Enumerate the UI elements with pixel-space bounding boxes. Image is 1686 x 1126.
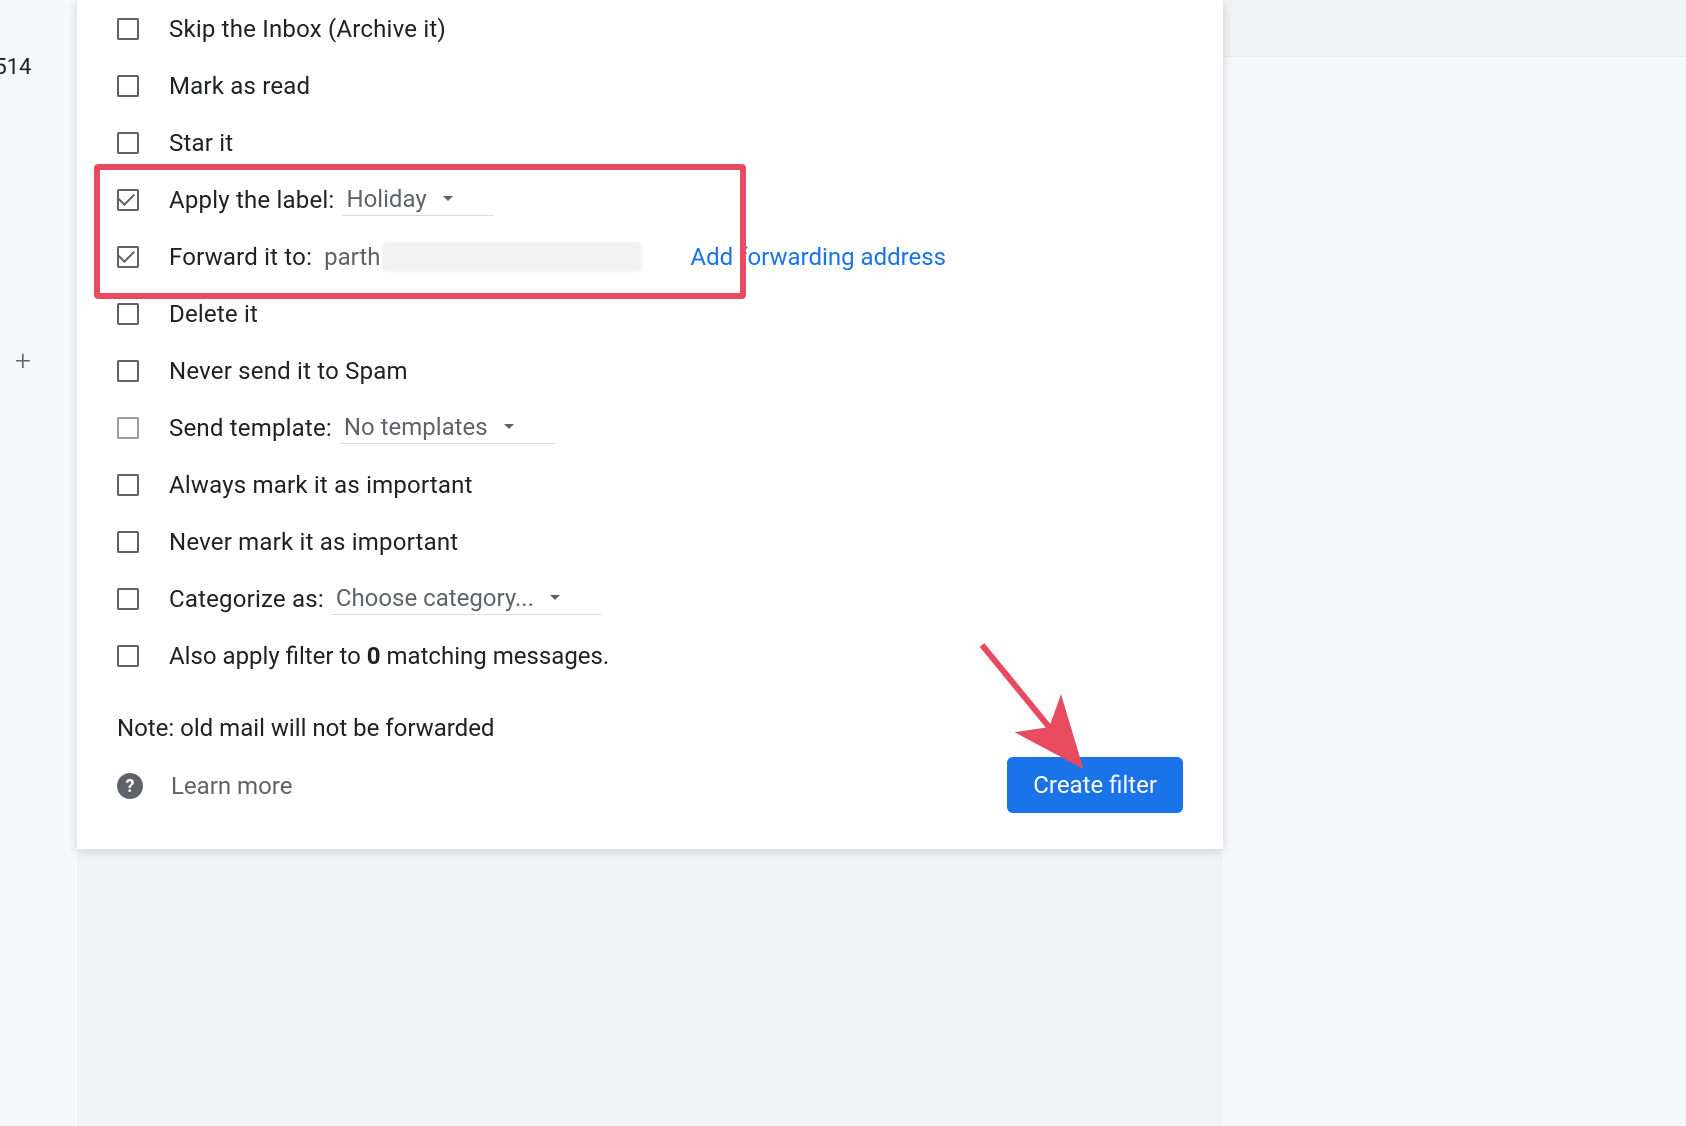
filter-modal: Skip the Inbox (Archive it) Mark as read… xyxy=(77,0,1223,849)
forward-input[interactable]: parth xyxy=(324,242,642,272)
note-text: Note: old mail will not be forwarded xyxy=(77,684,1223,742)
dropdown-value: No templates xyxy=(344,413,488,441)
modal-footer: ? Learn more Create filter xyxy=(77,742,1223,800)
checkbox-delete-it[interactable] xyxy=(117,303,139,325)
option-label: Never mark it as important xyxy=(169,528,458,556)
checkbox-categorize[interactable] xyxy=(117,588,139,610)
filter-option-row: Never mark it as important xyxy=(77,513,1223,570)
option-label: Categorize as: xyxy=(169,585,324,613)
label-dropdown[interactable]: Holiday xyxy=(342,183,493,216)
filter-option-row: Categorize as: Choose category... xyxy=(77,570,1223,627)
checkbox-never-important[interactable] xyxy=(117,531,139,553)
dropdown-value: Holiday xyxy=(346,185,426,213)
filter-option-row: Mark as read xyxy=(77,57,1223,114)
category-dropdown[interactable]: Choose category... xyxy=(332,582,601,615)
option-label: Skip the Inbox (Archive it) xyxy=(169,15,446,43)
learn-more-link[interactable]: Learn more xyxy=(171,772,292,800)
filter-option-row: Star it xyxy=(77,114,1223,171)
checkbox-send-template[interactable] xyxy=(117,417,139,439)
filter-option-row: Apply the label: Holiday xyxy=(77,171,1223,228)
checkbox-skip-inbox[interactable] xyxy=(117,18,139,40)
background-panel xyxy=(1223,56,1686,1126)
checkbox-star-it[interactable] xyxy=(117,132,139,154)
checkbox-never-spam[interactable] xyxy=(117,360,139,382)
sidebar: ,514 + xyxy=(0,0,77,1126)
option-label: Forward it to: xyxy=(169,243,312,271)
filter-option-row: Also apply filter to 0 matching messages… xyxy=(77,627,1223,684)
checkbox-apply-matching[interactable] xyxy=(117,645,139,667)
create-filter-button[interactable]: Create filter xyxy=(1007,757,1183,813)
dropdown-value: Choose category... xyxy=(336,584,534,612)
help-icon[interactable]: ? xyxy=(117,773,143,799)
filter-option-row: Forward it to: parth Add forwarding addr… xyxy=(77,228,1223,285)
filter-option-row: Skip the Inbox (Archive it) xyxy=(77,0,1223,57)
option-label: Apply the label: xyxy=(169,186,334,214)
option-label: Mark as read xyxy=(169,72,310,100)
checkbox-apply-label[interactable] xyxy=(117,189,139,211)
chevron-down-icon xyxy=(549,594,561,602)
forward-value: parth xyxy=(324,243,380,271)
chevron-down-icon xyxy=(503,423,515,431)
filter-option-row: Always mark it as important xyxy=(77,456,1223,513)
chevron-down-icon xyxy=(442,195,454,203)
checkbox-mark-important[interactable] xyxy=(117,474,139,496)
add-forwarding-link[interactable]: Add forwarding address xyxy=(690,243,946,271)
checkbox-mark-read[interactable] xyxy=(117,75,139,97)
option-label: Star it xyxy=(169,129,233,157)
option-label: Delete it xyxy=(169,300,258,328)
filter-option-row: Never send it to Spam xyxy=(77,342,1223,399)
filter-option-row: Send template: No templates xyxy=(77,399,1223,456)
filter-option-row: Delete it xyxy=(77,285,1223,342)
checkbox-forward-to[interactable] xyxy=(117,246,139,268)
template-dropdown[interactable]: No templates xyxy=(340,411,555,444)
option-label: Send template: xyxy=(169,414,332,442)
forward-redacted xyxy=(382,242,642,272)
option-label: Never send it to Spam xyxy=(169,357,408,385)
option-label: Always mark it as important xyxy=(169,471,473,499)
sidebar-count: ,514 xyxy=(0,55,31,80)
option-label: Also apply filter to 0 matching messages… xyxy=(169,642,609,670)
add-button-icon[interactable]: + xyxy=(15,344,31,377)
